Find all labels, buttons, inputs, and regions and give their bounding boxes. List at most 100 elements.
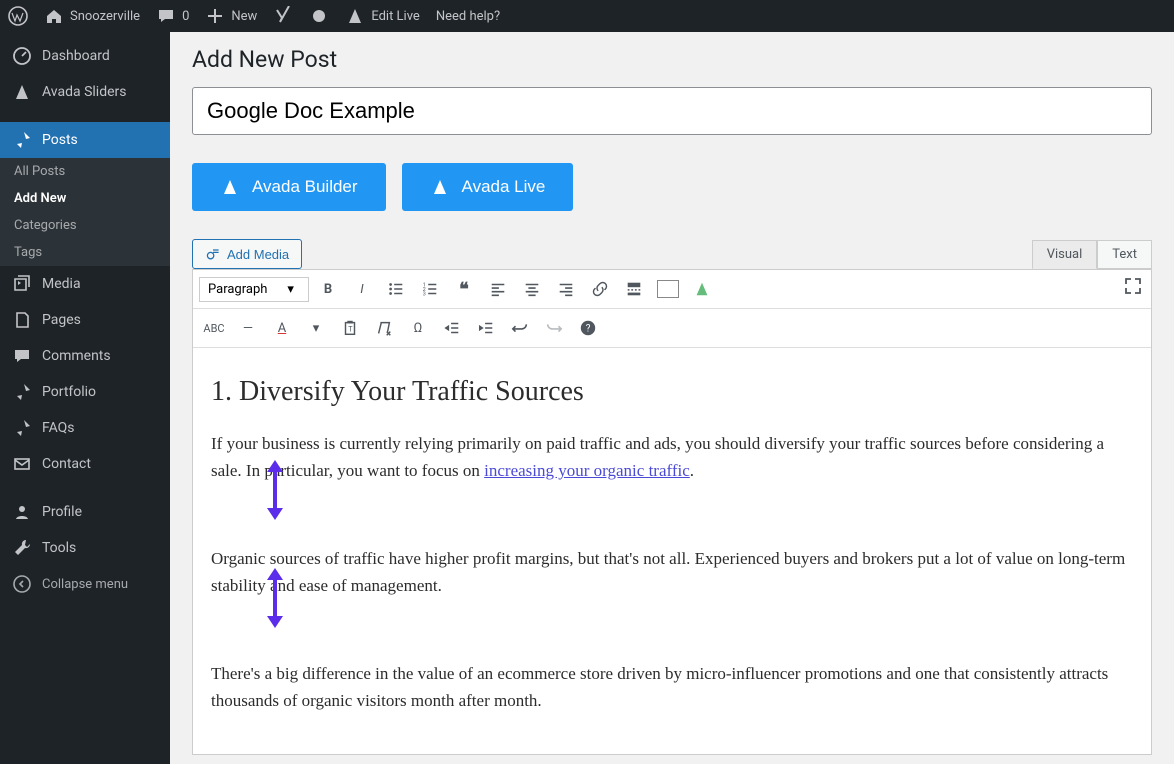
sidebar-item-label: Pages bbox=[42, 312, 81, 328]
sidebar-sub-add-new[interactable]: Add New bbox=[0, 185, 170, 212]
quote-button[interactable]: ❝ bbox=[449, 274, 479, 304]
sidebar-item-portfolio[interactable]: Portfolio bbox=[0, 374, 170, 410]
format-select-label: Paragraph bbox=[208, 282, 267, 297]
avada-live-button[interactable]: Avada Live bbox=[402, 163, 574, 211]
sidebar-item-contact[interactable]: Contact bbox=[0, 446, 170, 482]
readmore-button[interactable] bbox=[619, 274, 649, 304]
sidebar-item-media[interactable]: Media bbox=[0, 266, 170, 302]
avada-builder-label: Avada Builder bbox=[252, 177, 358, 197]
link-button[interactable] bbox=[585, 274, 615, 304]
organic-traffic-link[interactable]: increasing your organic traffic bbox=[484, 461, 690, 480]
yoast-icon[interactable] bbox=[273, 6, 293, 26]
editor-toolbar-2: ABC — A ▾ T Ω ? bbox=[193, 309, 1151, 348]
distraction-free-button[interactable] bbox=[1123, 276, 1143, 296]
sidebar-item-dashboard[interactable]: Dashboard bbox=[0, 38, 170, 74]
textcolor-button[interactable]: A bbox=[267, 313, 297, 343]
comment-icon bbox=[12, 346, 32, 366]
editor-toolbar-1: Paragraph▾ B I 123 ❝ bbox=[193, 270, 1151, 309]
color-swatch[interactable] bbox=[653, 274, 683, 304]
pages-icon bbox=[12, 310, 32, 330]
editor: Paragraph▾ B I 123 ❝ ABC — A ▾ T Ω bbox=[192, 269, 1152, 755]
wrench-icon bbox=[12, 538, 32, 558]
sidebar-item-label: Portfolio bbox=[42, 384, 96, 400]
sidebar-item-avada-sliders[interactable]: Avada Sliders bbox=[0, 74, 170, 110]
collapse-menu[interactable]: Collapse menu bbox=[0, 566, 170, 602]
sidebar-item-tools[interactable]: Tools bbox=[0, 530, 170, 566]
textcolor-dropdown[interactable]: ▾ bbox=[301, 313, 331, 343]
media-icon bbox=[205, 246, 221, 262]
add-media-label: Add Media bbox=[227, 247, 289, 262]
content-p3: There's a big difference in the value of… bbox=[211, 661, 1133, 714]
help-button[interactable]: ? bbox=[573, 313, 603, 343]
strikethrough-button[interactable]: ABC bbox=[199, 313, 229, 343]
comment-count: 0 bbox=[182, 9, 189, 24]
svg-text:T: T bbox=[348, 325, 353, 334]
ol-button[interactable]: 123 bbox=[415, 274, 445, 304]
pin-icon bbox=[12, 130, 32, 150]
need-help-link[interactable]: Need help? bbox=[436, 9, 500, 24]
comments-indicator[interactable]: 0 bbox=[156, 6, 189, 26]
circle-icon[interactable] bbox=[309, 6, 329, 26]
align-center-button[interactable] bbox=[517, 274, 547, 304]
avada-icon bbox=[220, 177, 240, 197]
sidebar-item-faqs[interactable]: FAQs bbox=[0, 410, 170, 446]
sidebar-item-profile[interactable]: Profile bbox=[0, 494, 170, 530]
collapse-icon bbox=[12, 574, 32, 594]
clear-format-button[interactable] bbox=[369, 313, 399, 343]
paste-text-button[interactable]: T bbox=[335, 313, 365, 343]
sidebar-item-label: Tools bbox=[42, 540, 76, 556]
content-p1: If your business is currently relying pr… bbox=[211, 431, 1133, 484]
redo-button[interactable] bbox=[539, 313, 569, 343]
home-icon bbox=[44, 6, 64, 26]
add-media-button[interactable]: Add Media bbox=[192, 239, 302, 269]
sidebar-item-pages[interactable]: Pages bbox=[0, 302, 170, 338]
sidebar-item-label: Dashboard bbox=[42, 48, 110, 64]
tab-visual[interactable]: Visual bbox=[1032, 240, 1098, 269]
collapse-label: Collapse menu bbox=[42, 577, 128, 592]
pin-icon bbox=[12, 418, 32, 438]
content-heading: 1. Diversify Your Traffic Sources bbox=[211, 370, 1133, 413]
dashboard-icon bbox=[12, 46, 32, 66]
sidebar-item-comments[interactable]: Comments bbox=[0, 338, 170, 374]
sidebar-sub-categories[interactable]: Categories bbox=[0, 212, 170, 239]
pin-icon bbox=[12, 382, 32, 402]
hr-button[interactable]: — bbox=[233, 313, 263, 343]
bold-button[interactable]: B bbox=[313, 274, 343, 304]
sidebar-item-label: Media bbox=[42, 276, 81, 292]
admin-sidebar: Dashboard Avada Sliders Posts All Posts … bbox=[0, 32, 170, 764]
italic-button[interactable]: I bbox=[347, 274, 377, 304]
sidebar-item-label: FAQs bbox=[42, 420, 75, 436]
avada-icon bbox=[12, 82, 32, 102]
avada-icon bbox=[345, 6, 365, 26]
format-select[interactable]: Paragraph▾ bbox=[199, 277, 309, 302]
avada-live-label: Avada Live bbox=[462, 177, 546, 197]
editor-body[interactable]: 1. Diversify Your Traffic Sources If you… bbox=[193, 348, 1151, 754]
edit-live-link[interactable]: Edit Live bbox=[345, 6, 420, 26]
wp-logo[interactable] bbox=[8, 6, 28, 26]
indent-button[interactable] bbox=[471, 313, 501, 343]
comment-icon bbox=[156, 6, 176, 26]
ul-button[interactable] bbox=[381, 274, 411, 304]
svg-text:3: 3 bbox=[423, 291, 426, 297]
mail-icon bbox=[12, 454, 32, 474]
sidebar-sub-all-posts[interactable]: All Posts bbox=[0, 158, 170, 185]
outdent-button[interactable] bbox=[437, 313, 467, 343]
align-right-button[interactable] bbox=[551, 274, 581, 304]
align-left-button[interactable] bbox=[483, 274, 513, 304]
new-label: New bbox=[231, 9, 257, 24]
new-content[interactable]: New bbox=[205, 6, 257, 26]
tab-text[interactable]: Text bbox=[1097, 240, 1152, 269]
site-name[interactable]: Snoozerville bbox=[44, 6, 140, 26]
sidebar-item-label: Contact bbox=[42, 456, 91, 472]
special-char-button[interactable]: Ω bbox=[403, 313, 433, 343]
sidebar-item-label: Comments bbox=[42, 348, 111, 364]
plus-icon bbox=[205, 6, 225, 26]
avada-builder-button[interactable]: Avada Builder bbox=[192, 163, 386, 211]
avada-element-button[interactable] bbox=[687, 274, 717, 304]
sidebar-item-posts[interactable]: Posts bbox=[0, 122, 170, 158]
svg-text:?: ? bbox=[586, 324, 591, 335]
editor-tabs: Visual Text bbox=[1032, 240, 1152, 269]
sidebar-sub-tags[interactable]: Tags bbox=[0, 239, 170, 266]
undo-button[interactable] bbox=[505, 313, 535, 343]
post-title-input[interactable] bbox=[192, 87, 1152, 135]
